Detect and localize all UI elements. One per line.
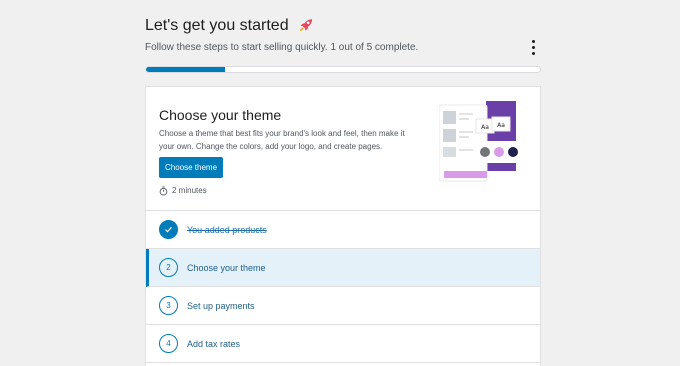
step-label: Choose your theme bbox=[187, 263, 266, 273]
step-you-added-products[interactable]: You added products bbox=[146, 211, 540, 249]
choose-theme-button[interactable]: Choose theme bbox=[159, 157, 223, 178]
illustration-font-sample-2: Aa bbox=[497, 122, 505, 129]
more-options-icon[interactable] bbox=[528, 40, 538, 55]
rocket-icon bbox=[299, 19, 313, 32]
page-title: Let's get you started bbox=[145, 15, 314, 37]
step-choose-your-theme[interactable]: 2 Choose your theme bbox=[146, 249, 540, 287]
task-card: Choose your theme Choose a theme that be… bbox=[145, 86, 541, 366]
progress-bar-fill bbox=[146, 67, 225, 72]
page-subtitle: Follow these steps to start selling quic… bbox=[145, 42, 419, 53]
step-set-up-payments[interactable]: 3 Set up payments bbox=[146, 287, 540, 325]
illustration-font-sample-1: Aa bbox=[481, 124, 489, 131]
progress-bar bbox=[145, 66, 541, 73]
task-description: Choose a theme that best fits your brand… bbox=[159, 129, 405, 151]
task-title: Choose your theme bbox=[159, 107, 282, 123]
step-label: Set up payments bbox=[187, 301, 255, 311]
time-estimate: 2 minutes bbox=[159, 185, 207, 197]
step-number: 4 bbox=[159, 334, 178, 353]
timer-icon bbox=[159, 186, 168, 196]
step-label: Add tax rates bbox=[187, 339, 241, 349]
step-add-tax-rates[interactable]: 4 Add tax rates bbox=[146, 325, 540, 363]
check-icon bbox=[165, 226, 172, 233]
active-task-panel: Choose your theme Choose a theme that be… bbox=[146, 87, 540, 211]
step-complete-check bbox=[159, 220, 178, 239]
step-number: 2 bbox=[159, 258, 178, 277]
step-number: 3 bbox=[159, 296, 178, 315]
step-label: You added products bbox=[187, 225, 267, 235]
time-estimate-text: 2 minutes bbox=[172, 186, 207, 195]
page-title-text: Let's get you started bbox=[145, 17, 289, 34]
theme-illustration: Aa Aa bbox=[439, 101, 523, 182]
